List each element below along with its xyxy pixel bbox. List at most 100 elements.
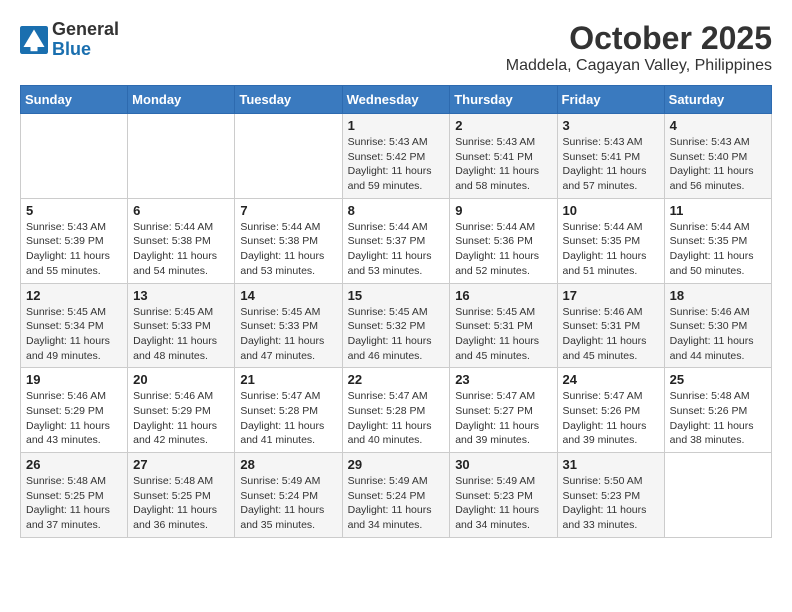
day-info: Sunrise: 5:49 AM Sunset: 5:24 PM Dayligh… [240,474,336,533]
logo: General Blue [20,20,119,60]
day-info: Sunrise: 5:47 AM Sunset: 5:28 PM Dayligh… [240,389,336,448]
day-info: Sunrise: 5:45 AM Sunset: 5:31 PM Dayligh… [455,305,551,364]
calendar-cell: 15Sunrise: 5:45 AM Sunset: 5:32 PM Dayli… [342,283,450,368]
day-number: 7 [240,203,336,218]
weekday-header-tuesday: Tuesday [235,86,342,114]
calendar-cell: 20 Sunrise: 5:46 AM Sunset: 5:29 PM Dayli… [128,368,235,453]
day-info: Sunrise: 5:44 AM Sunset: 5:35 PM Dayligh… [670,220,766,279]
day-info: Sunrise: 5:44 AM Sunset: 5:35 PM Dayligh… [563,220,659,279]
calendar-cell: 28 Sunrise: 5:49 AM Sunset: 5:24 PM Dayli… [235,453,342,538]
day-number: 21 [240,372,336,387]
day-number: 30 [455,457,551,472]
day-number: 22 [348,372,445,387]
day-info: Sunrise: 5:48 AM Sunset: 5:25 PM Dayligh… [26,474,122,533]
day-info: Sunrise: 5:43 AM Sunset: 5:40 PM Dayligh… [670,135,766,194]
calendar-cell: 22 Sunrise: 5:47 AM Sunset: 5:28 PM Dayli… [342,368,450,453]
calendar-cell: 12Sunrise: 5:45 AM Sunset: 5:34 PM Dayli… [21,283,128,368]
day-info: Sunrise: 5:45 AM Sunset: 5:32 PM Dayligh… [348,305,445,364]
week-row-4: 19Sunrise: 5:46 AM Sunset: 5:29 PM Dayli… [21,368,772,453]
day-info: Sunrise: 5:45 AM Sunset: 5:33 PM Dayligh… [133,305,229,364]
day-info: Sunrise: 5:43 AM Sunset: 5:41 PM Dayligh… [563,135,659,194]
day-number: 26 [26,457,122,472]
calendar-cell: 31 Sunrise: 5:50 AM Sunset: 5:23 PM Dayli… [557,453,664,538]
day-info: Sunrise: 5:48 AM Sunset: 5:26 PM Dayligh… [670,389,766,448]
calendar-cell [128,114,235,199]
calendar-cell: 10Sunrise: 5:44 AM Sunset: 5:35 PM Dayli… [557,198,664,283]
day-info: Sunrise: 5:46 AM Sunset: 5:29 PM Dayligh… [26,389,122,448]
calendar-cell: 4 Sunrise: 5:43 AM Sunset: 5:40 PM Daylig… [664,114,771,199]
calendar-cell: 19Sunrise: 5:46 AM Sunset: 5:29 PM Dayli… [21,368,128,453]
day-info: Sunrise: 5:44 AM Sunset: 5:37 PM Dayligh… [348,220,445,279]
day-info: Sunrise: 5:46 AM Sunset: 5:29 PM Dayligh… [133,389,229,448]
day-info: Sunrise: 5:43 AM Sunset: 5:39 PM Dayligh… [26,220,122,279]
calendar-cell: 7 Sunrise: 5:44 AM Sunset: 5:38 PM Daylig… [235,198,342,283]
day-number: 17 [563,288,659,303]
calendar-cell: 1 Sunrise: 5:43 AM Sunset: 5:42 PM Daylig… [342,114,450,199]
location-title: Maddela, Cagayan Valley, Philippines [506,57,772,75]
day-info: Sunrise: 5:50 AM Sunset: 5:23 PM Dayligh… [563,474,659,533]
weekday-header-sunday: Sunday [21,86,128,114]
day-number: 16 [455,288,551,303]
day-info: Sunrise: 5:45 AM Sunset: 5:33 PM Dayligh… [240,305,336,364]
day-number: 20 [133,372,229,387]
day-number: 8 [348,203,445,218]
day-number: 4 [670,118,766,133]
day-number: 1 [348,118,445,133]
weekday-header-saturday: Saturday [664,86,771,114]
weekday-header-friday: Friday [557,86,664,114]
calendar-cell: 25 Sunrise: 5:48 AM Sunset: 5:26 PM Dayli… [664,368,771,453]
calendar-cell: 30 Sunrise: 5:49 AM Sunset: 5:23 PM Dayli… [450,453,557,538]
day-info: Sunrise: 5:44 AM Sunset: 5:38 PM Dayligh… [240,220,336,279]
day-number: 28 [240,457,336,472]
day-number: 31 [563,457,659,472]
day-info: Sunrise: 5:49 AM Sunset: 5:23 PM Dayligh… [455,474,551,533]
day-info: Sunrise: 5:43 AM Sunset: 5:42 PM Dayligh… [348,135,445,194]
calendar-cell: 18 Sunrise: 5:46 AM Sunset: 5:30 PM Dayli… [664,283,771,368]
day-info: Sunrise: 5:46 AM Sunset: 5:30 PM Dayligh… [670,305,766,364]
calendar-cell: 2Sunrise: 5:43 AM Sunset: 5:41 PM Daylig… [450,114,557,199]
calendar-cell: 9Sunrise: 5:44 AM Sunset: 5:36 PM Daylig… [450,198,557,283]
day-info: Sunrise: 5:45 AM Sunset: 5:34 PM Dayligh… [26,305,122,364]
day-number: 18 [670,288,766,303]
day-info: Sunrise: 5:47 AM Sunset: 5:28 PM Dayligh… [348,389,445,448]
calendar-cell: 5 Sunrise: 5:43 AM Sunset: 5:39 PM Daylig… [21,198,128,283]
day-number: 14 [240,288,336,303]
week-row-5: 26 Sunrise: 5:48 AM Sunset: 5:25 PM Dayli… [21,453,772,538]
day-number: 25 [670,372,766,387]
week-row-3: 12Sunrise: 5:45 AM Sunset: 5:34 PM Dayli… [21,283,772,368]
weekday-header-wednesday: Wednesday [342,86,450,114]
day-number: 6 [133,203,229,218]
title-block: October 2025 Maddela, Cagayan Valley, Ph… [506,20,772,75]
day-info: Sunrise: 5:47 AM Sunset: 5:27 PM Dayligh… [455,389,551,448]
day-number: 11 [670,203,766,218]
day-info: Sunrise: 5:44 AM Sunset: 5:38 PM Dayligh… [133,220,229,279]
logo-icon [20,26,48,54]
calendar-cell [235,114,342,199]
day-number: 24 [563,372,659,387]
logo-blue: Blue [52,39,91,59]
calendar-cell: 24 Sunrise: 5:47 AM Sunset: 5:26 PM Dayli… [557,368,664,453]
week-row-1: 1 Sunrise: 5:43 AM Sunset: 5:42 PM Daylig… [21,114,772,199]
day-info: Sunrise: 5:43 AM Sunset: 5:41 PM Dayligh… [455,135,551,194]
day-number: 5 [26,203,122,218]
calendar-cell: 17 Sunrise: 5:46 AM Sunset: 5:31 PM Dayli… [557,283,664,368]
calendar-cell: 6 Sunrise: 5:44 AM Sunset: 5:38 PM Daylig… [128,198,235,283]
calendar-cell: 23Sunrise: 5:47 AM Sunset: 5:27 PM Dayli… [450,368,557,453]
weekday-header-row: SundayMondayTuesdayWednesdayThursdayFrid… [21,86,772,114]
weekday-header-thursday: Thursday [450,86,557,114]
calendar-cell: 11 Sunrise: 5:44 AM Sunset: 5:35 PM Dayli… [664,198,771,283]
calendar-cell: 8 Sunrise: 5:44 AM Sunset: 5:37 PM Daylig… [342,198,450,283]
day-info: Sunrise: 5:49 AM Sunset: 5:24 PM Dayligh… [348,474,445,533]
logo-text: General Blue [52,20,119,60]
day-number: 27 [133,457,229,472]
calendar-table: SundayMondayTuesdayWednesdayThursdayFrid… [20,85,772,538]
day-info: Sunrise: 5:48 AM Sunset: 5:25 PM Dayligh… [133,474,229,533]
month-title: October 2025 [506,20,772,57]
day-info: Sunrise: 5:47 AM Sunset: 5:26 PM Dayligh… [563,389,659,448]
header: General Blue October 2025 Maddela, Cagay… [20,20,772,75]
day-number: 9 [455,203,551,218]
weekday-header-monday: Monday [128,86,235,114]
calendar-cell: 3Sunrise: 5:43 AM Sunset: 5:41 PM Daylig… [557,114,664,199]
logo-general: General [52,19,119,39]
day-info: Sunrise: 5:46 AM Sunset: 5:31 PM Dayligh… [563,305,659,364]
